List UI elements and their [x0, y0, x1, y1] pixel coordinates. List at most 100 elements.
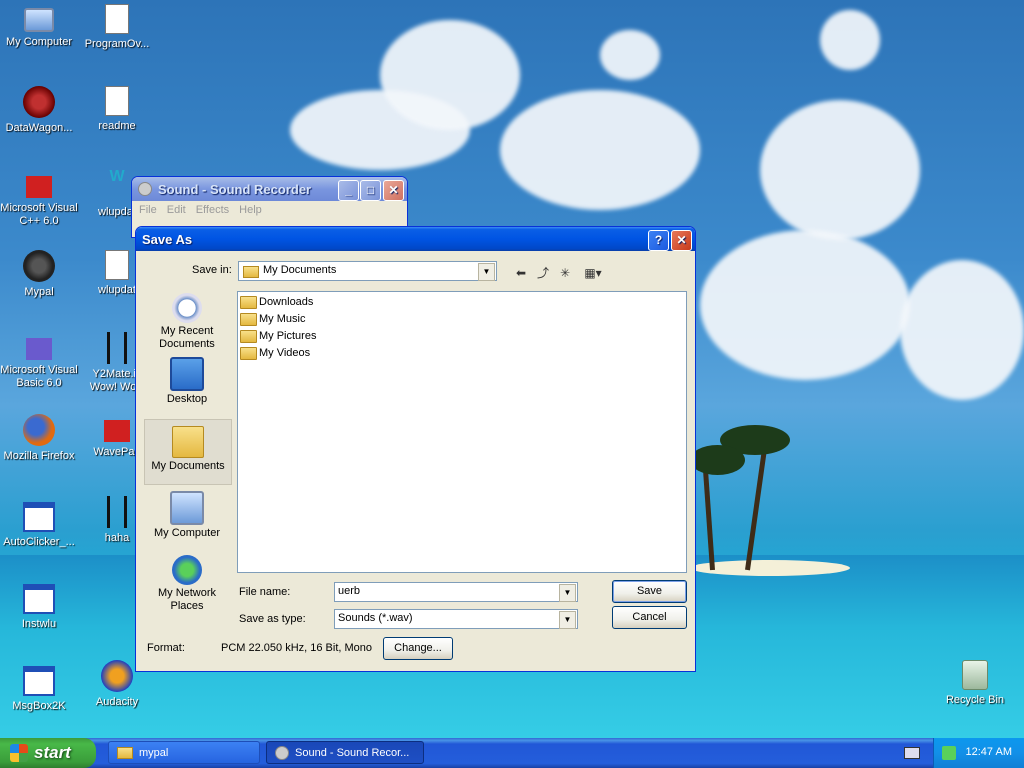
file-name-input[interactable]: uerb ▼ [334, 582, 578, 602]
folder-icon [243, 266, 259, 278]
recent-documents-icon [172, 293, 202, 323]
menu-file[interactable]: File [136, 204, 160, 216]
save-button[interactable]: Save [612, 580, 687, 603]
place-desktop[interactable]: Desktop [144, 351, 230, 406]
my-documents-icon [172, 426, 204, 458]
maximize-button[interactable]: □ [360, 180, 381, 201]
folder-icon [117, 746, 133, 759]
cloud [900, 260, 1024, 400]
desktop: My Computer ProgramOv... DataWagon... re… [0, 0, 1024, 738]
save-as-dialog[interactable]: Save As ? ✕ Save in: My Documents ▼ ⬅ ⤴ … [135, 226, 696, 672]
taskbar: start mypal Sound - Sound Recor... 12:47… [0, 738, 1024, 768]
my-computer-icon [24, 8, 54, 32]
desktop-icon-autoclicker[interactable]: AutoClicker_... [0, 496, 78, 549]
sound-recorder-titlebar[interactable]: Sound - Sound Recorder _ □ ✕ [132, 177, 407, 201]
cancel-button[interactable]: Cancel [612, 606, 687, 629]
cloud [700, 230, 910, 380]
system-tray: 12:47 AM [933, 738, 1024, 768]
cloud [380, 20, 520, 130]
program-shortcut-icon [105, 4, 129, 34]
desktop-icon-readme[interactable]: readme [78, 86, 156, 133]
palm-trunk [745, 440, 769, 571]
list-item[interactable]: My Music [240, 311, 305, 327]
place-recent-documents[interactable]: My Recent Documents [144, 287, 230, 351]
window-app-icon [23, 502, 55, 532]
chevron-down-icon[interactable]: ▼ [478, 263, 495, 281]
change-format-button[interactable]: Change... [383, 637, 453, 660]
minimize-button[interactable]: _ [338, 180, 359, 201]
desktop-icon-msgbox2k[interactable]: MsgBox2K [0, 660, 78, 713]
windows-flag-icon [10, 744, 28, 762]
menu-bar: File Edit Effects Help [132, 201, 407, 219]
view-menu-icon[interactable]: ▦▾ [580, 265, 606, 281]
taskbar-item-sound-recorder[interactable]: Sound - Sound Recor... [266, 741, 424, 764]
place-my-documents[interactable]: My Documents [144, 419, 232, 485]
visual-cpp-icon [26, 176, 52, 198]
format-label: Format: [147, 642, 185, 654]
cloud [500, 90, 700, 210]
save-in-label: Save in: [192, 264, 232, 276]
sound-recorder-icon [138, 182, 152, 196]
place-network-places[interactable]: My Network Places [144, 549, 230, 613]
dialog-title: Save As [142, 231, 193, 247]
recycle-bin-icon [962, 660, 988, 690]
cloud [760, 100, 920, 240]
taskbar-item-mypal[interactable]: mypal [108, 741, 260, 764]
chevron-down-icon[interactable]: ▼ [559, 584, 576, 602]
cloud [600, 30, 660, 80]
menu-help[interactable]: Help [236, 204, 265, 216]
palm-leaves [690, 445, 745, 475]
mypal-icon [23, 250, 55, 282]
format-value: PCM 22.050 kHz, 16 Bit, Mono [221, 642, 373, 654]
wavepad-icon [104, 420, 130, 442]
start-button[interactable]: start [0, 738, 96, 768]
list-item[interactable]: My Videos [240, 345, 310, 361]
audacity-icon [101, 660, 133, 692]
win2k-icon: W [109, 168, 125, 185]
desktop-icon-visual-basic[interactable]: Microsoft Visual Basic 6.0 [0, 332, 78, 390]
desktop-icon-visual-cpp[interactable]: Microsoft Visual C++ 6.0 [0, 170, 78, 228]
list-item[interactable]: Downloads [240, 294, 313, 310]
save-in-value: My Documents [263, 264, 337, 276]
desktop-icon-mypal[interactable]: Mypal [0, 250, 78, 299]
cloud [820, 10, 880, 70]
window-title: Sound - Sound Recorder [158, 181, 312, 197]
script-icon [105, 250, 129, 280]
file-name-label: File name: [239, 586, 291, 598]
desktop-icon-instwlu[interactable]: Instwlu [0, 578, 78, 631]
close-button[interactable]: ✕ [383, 180, 404, 201]
menu-effects[interactable]: Effects [193, 204, 232, 216]
desktop-icon [170, 357, 204, 391]
keyboard-icon[interactable] [904, 747, 920, 759]
new-folder-icon[interactable]: ✳ [556, 265, 574, 281]
save-as-type-dropdown[interactable]: Sounds (*.wav) ▼ [334, 609, 578, 629]
sound-recorder-icon [275, 745, 289, 760]
place-my-computer[interactable]: My Computer [144, 485, 230, 540]
window-app-icon [23, 666, 55, 696]
network-icon[interactable] [942, 746, 956, 760]
desktop-icon-programov[interactable]: ProgramOv... [78, 4, 156, 51]
save-in-dropdown[interactable]: My Documents ▼ [238, 261, 497, 281]
desktop-icon-my-computer[interactable]: My Computer [0, 4, 78, 49]
text-document-icon [105, 86, 129, 116]
back-icon[interactable]: ⬅ [512, 265, 530, 281]
diamond-icon [107, 496, 127, 528]
desktop-icon-recycle-bin[interactable]: Recycle Bin [936, 660, 1014, 707]
my-computer-icon [170, 491, 204, 525]
chevron-down-icon[interactable]: ▼ [559, 611, 576, 629]
menu-edit[interactable]: Edit [164, 204, 189, 216]
file-list[interactable]: Downloads My Music My Pictures My Videos [237, 291, 687, 573]
up-folder-icon[interactable]: ⤴ [534, 265, 552, 281]
save-as-titlebar[interactable]: Save As ? ✕ [136, 227, 695, 251]
videos-folder-icon [240, 346, 257, 360]
list-item[interactable]: My Pictures [240, 328, 316, 344]
installer-icon [23, 584, 55, 614]
save-as-type-label: Save as type: [239, 613, 306, 625]
help-button[interactable]: ? [648, 230, 669, 251]
diamond-icon [107, 332, 127, 364]
desktop-icon-firefox[interactable]: Mozilla Firefox [0, 414, 78, 463]
desktop-icon-datawagon[interactable]: DataWagon... [0, 86, 78, 135]
network-places-icon [172, 555, 202, 585]
clock[interactable]: 12:47 AM [966, 746, 1012, 758]
close-button[interactable]: ✕ [671, 230, 692, 251]
